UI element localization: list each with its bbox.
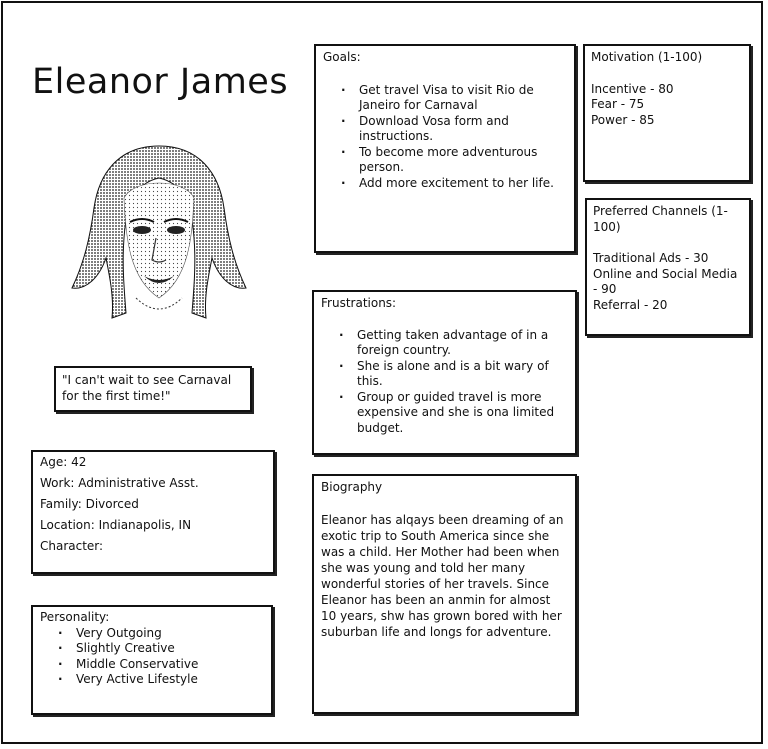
channel-item: Online and Social Media - 90 [593, 266, 738, 297]
list-item: Get travel Visa to visit Rio de Janeiro … [339, 83, 567, 114]
work-field: Work: Administrative Asst. [40, 476, 199, 490]
age-field: Age: 42 [40, 455, 87, 469]
personality-label: Personality: [40, 610, 110, 624]
channel-item: Referral - 20 [593, 297, 668, 312]
goals-card: Goals: Get travel Visa to visit Rio de J… [314, 44, 576, 253]
channel-item: Traditional Ads - 30 [593, 251, 709, 265]
list-item: Very Active Lifestyle [56, 672, 264, 688]
personality-card: Personality: Very Outgoing Slightly Crea… [31, 605, 273, 715]
goals-list: Get travel Visa to visit Rio de Janeiro … [339, 83, 567, 192]
list-item: Download Vosa form and instructions. [339, 114, 567, 145]
motivation-item: Fear - 75 [591, 97, 645, 111]
channels-label: Preferred Channels (1-100) [593, 204, 728, 234]
list-item: To become more adventurous person. [339, 145, 567, 176]
demographics-card: Age: 42 Work: Administrative Asst. Famil… [31, 450, 275, 574]
channels-card: Preferred Channels (1-100) Traditional A… [585, 198, 751, 336]
list-item: Group or guided travel is more expensive… [337, 390, 568, 437]
character-field: Character: [40, 539, 104, 553]
persona-portrait-image [71, 145, 247, 319]
location-field: Location: Indianapolis, IN [40, 518, 192, 532]
list-item: Getting taken advantage of in a foreign … [337, 328, 568, 359]
biography-text: Eleanor has alqays been dreaming of an e… [321, 512, 564, 639]
motivation-label: Motivation (1-100) [591, 50, 703, 64]
motivation-item: Power - 85 [591, 112, 655, 127]
list-item: Middle Conservative [56, 657, 264, 673]
frustrations-list: Getting taken advantage of in a foreign … [337, 328, 568, 437]
persona-name: Eleanor James [32, 62, 289, 102]
goals-label: Goals: [323, 50, 361, 64]
frustrations-card: Frustrations: Getting taken advantage of… [312, 290, 577, 455]
motivation-item: Incentive - 80 [591, 81, 674, 96]
personality-list: Very Outgoing Slightly Creative Middle C… [56, 626, 264, 688]
biography-label: Biography [321, 480, 383, 494]
persona-quote: "I can't wait to see Carnaval for the fi… [54, 366, 252, 412]
family-field: Family: Divorced [40, 497, 139, 511]
list-item: Slightly Creative [56, 641, 264, 657]
list-item: Add more excitement to her life. [339, 176, 567, 192]
list-item: She is alone and is a bit wary of this. [337, 359, 568, 390]
list-item: Very Outgoing [56, 626, 264, 642]
motivation-card: Motivation (1-100) Incentive - 80 Fear -… [583, 44, 751, 182]
frustrations-label: Frustrations: [321, 296, 397, 310]
biography-card: Biography Eleanor has alqays been dreami… [312, 474, 577, 714]
